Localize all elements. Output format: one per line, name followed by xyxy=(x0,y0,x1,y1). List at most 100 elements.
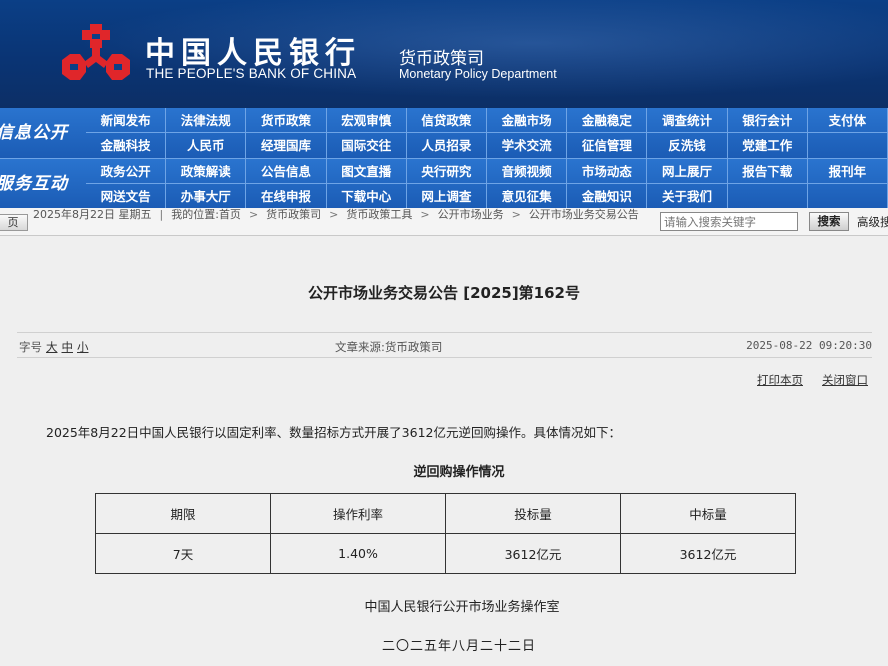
table-header-cell: 期限 xyxy=(95,493,271,534)
table-header-cell: 操作利率 xyxy=(270,493,446,534)
nav-item-financial-stability[interactable]: 金融稳定 xyxy=(567,108,648,133)
signature: 中国人民银行公开市场业务操作室 xyxy=(364,600,560,615)
nav-row: 网送文告 办事大厅 在线申报 下载中心 网上调查 意见征集 金融知识 关于我们 xyxy=(86,184,888,209)
nav-section-title-info: 信息公开 xyxy=(0,123,68,143)
nav-item-payment[interactable]: 支付体 xyxy=(807,108,888,133)
table-cell-winning-amount: 3612亿元 xyxy=(620,533,796,574)
nav-item-empty xyxy=(728,184,808,209)
nav-section-title-services: 服务互动 xyxy=(0,174,68,194)
bank-name-en: THE PEOPLE'S BANK OF CHINA xyxy=(146,66,357,81)
table-row: 7天 1.40% 3612亿元 3612亿元 xyxy=(95,533,796,574)
nav-item-rmb[interactable]: 人民币 xyxy=(166,133,247,158)
nav-item-gov-affairs[interactable]: 政务公开 xyxy=(86,159,167,184)
nav-item-treasury[interactable]: 经理国库 xyxy=(246,133,327,158)
signature-date: 二〇二五年八月二十二日 xyxy=(381,639,536,654)
nav-item-academic[interactable]: 学术交流 xyxy=(487,133,568,158)
nav-item-laws[interactable]: 法律法规 xyxy=(166,108,247,133)
table-cell-rate: 1.40% xyxy=(270,533,446,574)
nav-item-credit-policy[interactable]: 信贷政策 xyxy=(406,108,488,133)
nav-item-announcements[interactable]: 公告信息 xyxy=(246,159,327,184)
nav-item-financial-markets[interactable]: 金融市场 xyxy=(487,108,568,133)
nav-row: 政务公开 政策解读 公告信息 图文直播 央行研究 音频视频 市场动态 网上展厅 … xyxy=(86,159,888,184)
nav-section-info: 信息公开 新闻发布 法律法规 货币政策 宏观审慎 信贷政策 金融市场 金融稳定 … xyxy=(0,108,888,158)
nav-item-accounting[interactable]: 银行会计 xyxy=(727,108,808,133)
nav-item-online-filing[interactable]: 在线申报 xyxy=(246,184,327,209)
breadcrumb-dept[interactable]: 货币政策司 xyxy=(266,208,321,221)
breadcrumb-bar: 页 2025年8月22日 星期五 | 我的位置:首页 > 货币政策司 > 货币政策工具 > 公开… xyxy=(0,208,888,236)
breadcrumb: 2025年8月22日 星期五 | 我的位置:首页 > 货币政策司 > 货币政策工具 > 公开市场… xyxy=(33,208,658,222)
nav-row: 金融科技 人民币 经理国库 国际交往 人员招录 学术交流 征信管理 反洗钱 党建… xyxy=(86,133,888,158)
nav-item-market-dynamics[interactable]: 市场动态 xyxy=(567,159,648,184)
nav-grid-info: 新闻发布 法律法规 货币政策 宏观审慎 信贷政策 金融市场 金融稳定 调查统计 … xyxy=(86,108,888,158)
nav-row: 新闻发布 法律法规 货币政策 宏观审慎 信贷政策 金融市场 金融稳定 调查统计 … xyxy=(86,108,888,133)
table-caption: 逆回购操作情况 xyxy=(413,465,505,480)
article-title: 公开市场业务交易公告 [2025]第162号 xyxy=(308,284,580,302)
article-meta-bar: 字号大中小 文章来源:货币政策司 2025-08-22 09:20:30 xyxy=(17,332,872,358)
advanced-search-link[interactable]: 高级搜 xyxy=(857,214,888,230)
nav-item-macroprudential[interactable]: 宏观审慎 xyxy=(326,108,407,133)
chevron-right-icon: > xyxy=(511,208,521,221)
nav-item-research[interactable]: 央行研究 xyxy=(406,159,488,184)
table-cell-term: 7天 xyxy=(95,533,271,574)
chevron-right-icon: > xyxy=(329,208,339,221)
breadcrumb-announcements[interactable]: 公开市场业务交易公告 xyxy=(529,208,639,221)
table-header-cell: 投标量 xyxy=(445,493,621,534)
nav-item-online-survey[interactable]: 网上调查 xyxy=(407,184,488,209)
print-page-link[interactable]: 打印本页 xyxy=(757,372,803,388)
breadcrumb-separator: | xyxy=(159,208,164,221)
nav-item-live[interactable]: 图文直播 xyxy=(326,159,407,184)
table-header-cell: 中标量 xyxy=(620,493,796,534)
nav-item-av[interactable]: 音频视频 xyxy=(487,159,568,184)
breadcrumb-tools[interactable]: 货币政策工具 xyxy=(346,208,412,221)
nav-item-report-download[interactable]: 报告下载 xyxy=(727,159,808,184)
nav-item-aml[interactable]: 反洗钱 xyxy=(647,133,728,158)
pboc-logo-icon[interactable] xyxy=(60,24,132,86)
nav-item-fintech[interactable]: 金融科技 xyxy=(86,133,167,158)
nav-item-online-exhibition[interactable]: 网上展厅 xyxy=(647,159,728,184)
nav-item-feedback[interactable]: 意见征集 xyxy=(487,184,568,209)
nav-item-service-hall[interactable]: 办事大厅 xyxy=(166,184,247,209)
nav-item-empty xyxy=(808,184,888,209)
nav-item-about-us[interactable]: 关于我们 xyxy=(647,184,728,209)
nav-grid-services: 政务公开 政策解读 公告信息 图文直播 央行研究 音频视频 市场动态 网上展厅 … xyxy=(86,159,888,209)
dept-name-en: Monetary Policy Department xyxy=(399,67,557,81)
nav-item-monetary-policy[interactable]: 货币政策 xyxy=(246,108,327,133)
nav-item-download-center[interactable]: 下载中心 xyxy=(327,184,407,209)
nav-item-documents[interactable]: 网送文告 xyxy=(86,184,167,209)
nav-section-services: 服务互动 政务公开 政策解读 公告信息 图文直播 央行研究 音频视频 市场动态 … xyxy=(0,158,888,209)
nav-item-news[interactable]: 新闻发布 xyxy=(86,108,167,133)
chevron-right-icon: > xyxy=(248,208,259,221)
nav-item-empty xyxy=(808,133,888,158)
font-size-control: 字号大中小 xyxy=(19,339,89,355)
search-input[interactable] xyxy=(660,212,798,231)
nav-item-party-building[interactable]: 党建工作 xyxy=(728,133,808,158)
search-button[interactable]: 搜索 xyxy=(809,212,849,231)
chevron-right-icon: > xyxy=(420,208,430,221)
table-header-row: 期限 操作利率 投标量 中标量 xyxy=(95,493,796,534)
nav-item-recruitment[interactable]: 人员招录 xyxy=(407,133,488,158)
article-source: 文章来源:货币政策司 xyxy=(335,340,443,354)
font-size-small-link[interactable]: 小 xyxy=(77,340,89,354)
font-size-label: 字号 xyxy=(19,340,42,354)
article-body-paragraph: 2025年8月22日中国人民银行以固定利率、数量招标方式开展了3612亿元逆回购… xyxy=(46,425,621,440)
publish-date: 2025-08-22 09:20:30 xyxy=(746,339,872,352)
article-container: 公开市场业务交易公告 [2025]第162号 字号大中小 文章来源:货币政策司 … xyxy=(0,250,888,666)
current-date: 2025年8月22日 星期五 xyxy=(33,208,152,221)
table-cell-bid-amount: 3612亿元 xyxy=(445,533,621,574)
breadcrumb-open-market[interactable]: 公开市场业务 xyxy=(438,208,504,221)
main-navigation: 信息公开 新闻发布 法律法规 货币政策 宏观审慎 信贷政策 金融市场 金融稳定 … xyxy=(0,108,888,209)
home-button[interactable]: 页 xyxy=(0,214,28,231)
font-size-medium-link[interactable]: 中 xyxy=(62,340,74,354)
reverse-repo-table: 期限 操作利率 投标量 中标量 7天 1.40% 3612亿元 3612亿元 xyxy=(95,493,796,574)
nav-item-credit-reference[interactable]: 征信管理 xyxy=(567,133,648,158)
nav-item-international[interactable]: 国际交往 xyxy=(327,133,407,158)
location-label: 我的位置: xyxy=(171,208,219,221)
breadcrumb-home[interactable]: 首页 xyxy=(219,208,241,221)
nav-item-financial-knowledge[interactable]: 金融知识 xyxy=(567,184,648,209)
font-size-large-link[interactable]: 大 xyxy=(46,340,58,354)
site-header: 中国人民银行 THE PEOPLE'S BANK OF CHINA 货币政策司 … xyxy=(0,0,888,108)
close-window-link[interactable]: 关闭窗口 xyxy=(822,372,868,388)
nav-item-statistics[interactable]: 调查统计 xyxy=(647,108,728,133)
nav-item-policy-interpretation[interactable]: 政策解读 xyxy=(166,159,247,184)
nav-item-yearbook[interactable]: 报刊年 xyxy=(807,159,888,184)
